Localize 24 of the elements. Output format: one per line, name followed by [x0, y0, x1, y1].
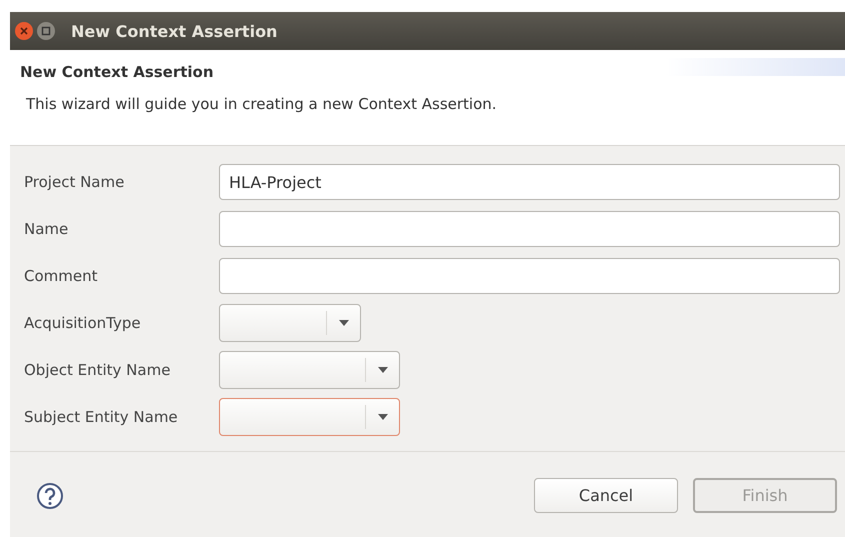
field-label: Comment	[24, 267, 98, 285]
help-icon[interactable]	[36, 482, 64, 510]
field-label: Object Entity Name	[24, 361, 172, 379]
page-title: New Context Assertion	[20, 63, 214, 81]
text-field[interactable]	[219, 258, 840, 294]
close-button[interactable]	[15, 22, 33, 40]
field-label: AcquisitionType	[24, 314, 142, 332]
dropdown-field[interactable]	[219, 304, 361, 342]
dropdown-arrow-icon	[378, 414, 388, 420]
dropdown-arrow-icon	[378, 367, 388, 373]
maximize-button[interactable]	[37, 22, 55, 40]
maximize-icon	[41, 26, 51, 36]
dropdown-field[interactable]	[219, 351, 400, 389]
text-field[interactable]	[219, 211, 840, 247]
page-description: This wizard will guide you in creating a new Context Assertion.	[26, 95, 498, 113]
field-label: Subject Entity Name	[24, 408, 179, 426]
window-title: New Context Assertion	[71, 22, 278, 40]
dropdown-field[interactable]	[219, 398, 400, 436]
close-icon	[19, 26, 29, 36]
text-field[interactable]: HLA-Project	[219, 164, 840, 200]
dropdown-arrow-icon	[339, 320, 349, 326]
field-label: Name	[24, 220, 70, 238]
field-label: Project Name	[24, 173, 126, 191]
dialog-button[interactable]: Cancel	[534, 478, 678, 513]
